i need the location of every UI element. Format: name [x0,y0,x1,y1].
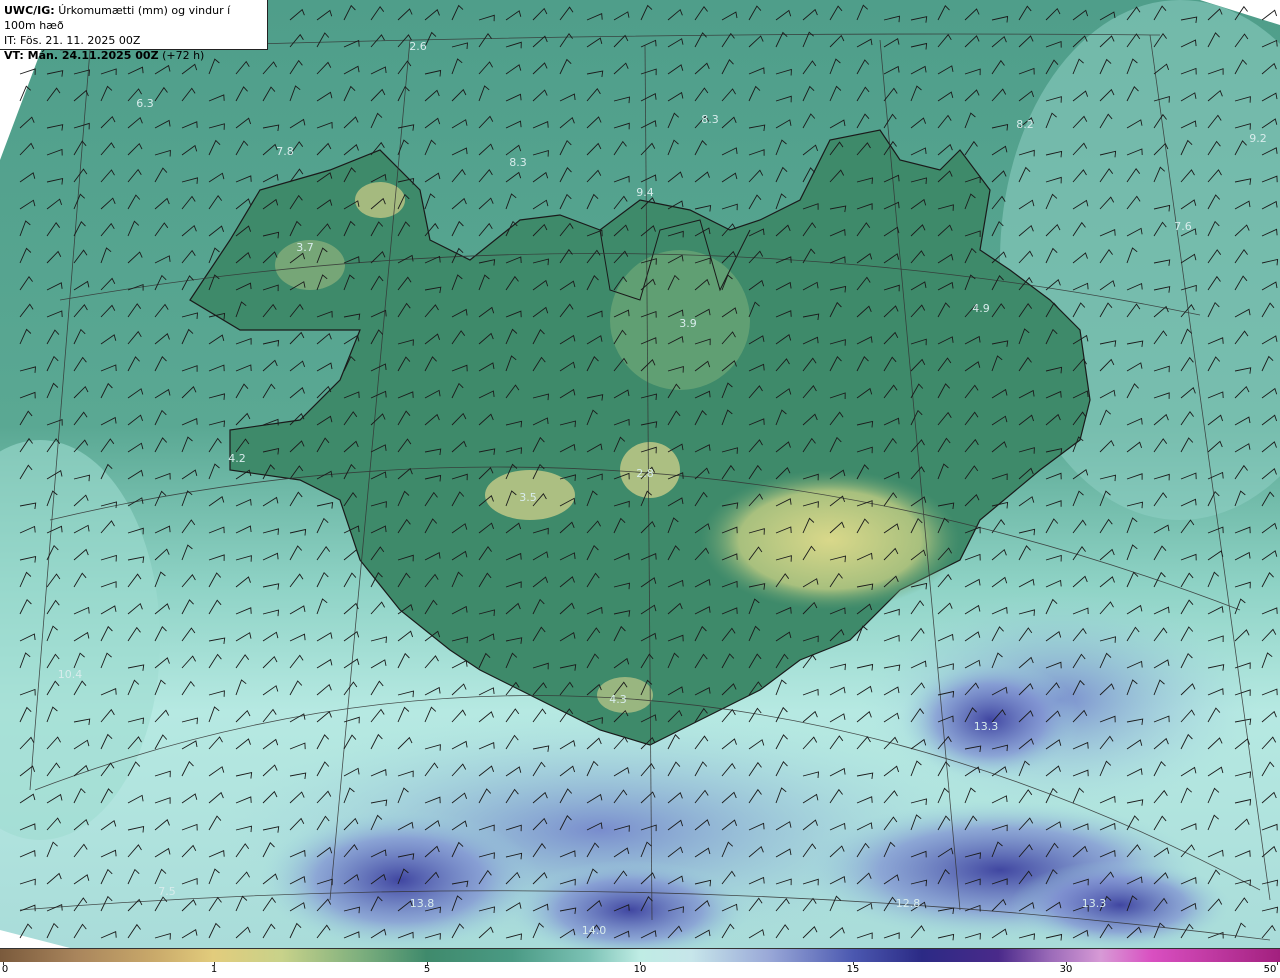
valid-time-line: VT: Mán. 24.11.2025 00Z (+72 h) [4,48,263,63]
value-label: 2.6 [409,40,427,53]
colorbar-tick-label: 1 [210,964,218,975]
value-label: 8.2 [1016,118,1034,131]
model-name: UWC/IG: [4,4,55,17]
value-label: 3.7 [296,241,314,254]
drangajokull-zone [355,182,405,218]
value-label: 13.3 [1082,897,1107,910]
header-title-line: UWC/IG: Úrkomumætti (mm) og vindur í 100… [4,3,263,33]
colorbar-tick-mark [1277,962,1278,965]
value-label: 9.2 [1249,132,1267,145]
value-label: 13.8 [410,897,435,910]
colorbar-tick-label: 0 [1,964,9,975]
value-label: 4.2 [228,452,246,465]
map-header: UWC/IG: Úrkomumætti (mm) og vindur í 100… [0,0,268,62]
value-label: 3.5 [519,491,537,504]
issue-time: IT: Fös. 21. 11. 2025 00Z [4,34,141,47]
value-label: 12.8 [896,897,921,910]
plume-far-se [1010,860,1230,948]
value-label: 13.3 [974,720,999,733]
colorbar-tick-label: 5 [423,964,431,975]
value-label: 8.3 [509,156,527,169]
value-label: 6.3 [136,97,154,110]
value-label: 9.4 [636,186,654,199]
precipitable-water-map: 2.6 6.3 7.8 8.3 8.3 9.4 8.2 9.2 7.6 4.9 3.7 3.9 4.2 2… [0,0,1280,948]
value-label: 4.3 [609,693,627,706]
value-label: 14.0 [582,924,607,937]
value-label: 7.5 [158,885,176,898]
colorbar-tick-label: 10 [633,964,647,975]
valid-offset: (+72 h) [162,49,205,62]
valid-time: VT: Mán. 24.11.2025 00Z [4,49,159,62]
value-label: 8.3 [701,113,719,126]
colorbar [0,948,1280,962]
value-label: 2.8 [636,467,654,480]
vatnajokull-zone [700,470,960,610]
value-label: 10.4 [58,668,83,681]
colorbar-tick-label: 50 [1263,964,1277,975]
value-label: 7.6 [1174,220,1192,233]
value-label: 4.9 [972,302,990,315]
value-label: 7.8 [276,145,294,158]
map-view: 2.6 6.3 7.8 8.3 8.3 9.4 8.2 9.2 7.6 4.9 3.7 3.9 4.2 2… [0,0,1280,978]
value-label: 3.9 [679,317,697,330]
colorbar-tick-label: 15 [846,964,860,975]
colorbar-tick-label: 30 [1059,964,1073,975]
